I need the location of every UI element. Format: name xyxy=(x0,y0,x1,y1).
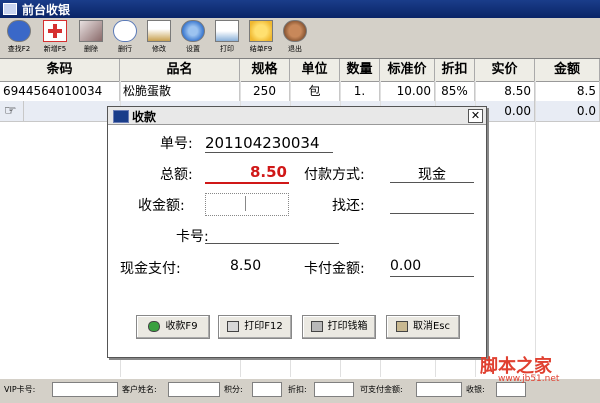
header-unit: 单位 xyxy=(290,59,340,81)
drawer-icon xyxy=(310,320,323,332)
received-amount-input[interactable] xyxy=(205,193,289,216)
row-pointer-icon: ☞ xyxy=(0,101,24,121)
payment-method-label: 付款方式: xyxy=(304,167,365,183)
customer-name-label: 客户姓名: xyxy=(122,385,157,394)
points-field[interactable] xyxy=(252,382,282,397)
customer-name-field[interactable] xyxy=(168,382,220,397)
add-cross-icon xyxy=(43,20,67,42)
window-title: 前台收银 xyxy=(22,3,71,17)
discount-label: 折扣: xyxy=(288,385,307,394)
order-number-value: 201104230034 xyxy=(205,134,320,152)
cash-pay-label: 现金支付: xyxy=(120,261,181,277)
exit-door-icon xyxy=(395,320,408,332)
delete-row-icon xyxy=(113,20,137,42)
money-icon xyxy=(148,320,161,332)
change-label: 找还: xyxy=(332,198,365,214)
settings-icon xyxy=(181,20,205,42)
discount-field[interactable] xyxy=(314,382,354,397)
card-number-label: 卡号: xyxy=(176,229,209,245)
exit-button[interactable]: 退出 xyxy=(280,20,310,56)
header-qty: 数量 xyxy=(340,59,380,81)
header-amount: 金额 xyxy=(535,59,600,81)
open-drawer-button[interactable]: 打印钱箱 xyxy=(302,315,376,339)
change-field xyxy=(390,213,474,214)
payment-method-select[interactable]: 现金 xyxy=(390,164,474,184)
dialog-button-row: 收款F9 打印F12 打印钱箱 取消Esc xyxy=(108,315,486,341)
order-number-label: 单号: xyxy=(160,136,193,152)
total-label: 总额: xyxy=(160,167,193,183)
find-button[interactable]: 查找F2 xyxy=(4,20,34,56)
header-discount: 折扣 xyxy=(435,59,475,81)
printer-icon xyxy=(227,320,240,332)
header-name: 品名 xyxy=(120,59,240,81)
watermark: 脚本之家 www.jb51.net xyxy=(480,352,598,388)
add-button[interactable]: 新增F5 xyxy=(40,20,70,56)
points-label: 积分: xyxy=(224,385,243,394)
close-icon[interactable]: ✕ xyxy=(468,109,483,123)
grid-header: 条码 品名 规格 单位 数量 标准价 折扣 实价 金额 xyxy=(0,59,600,82)
card-number-input[interactable] xyxy=(205,243,339,244)
payable-field[interactable] xyxy=(416,382,462,397)
receive-button[interactable]: 收款F9 xyxy=(136,315,210,339)
payable-label: 可支付金额: xyxy=(360,385,403,394)
received-amount-label: 收金额: xyxy=(138,198,185,214)
vip-card-label: VIP卡号: xyxy=(4,385,36,394)
cancel-button[interactable]: 取消Esc xyxy=(386,315,460,339)
exit-icon xyxy=(283,20,307,42)
checkout-icon xyxy=(249,20,273,42)
help-icon xyxy=(7,20,31,42)
dialog-title-bar: 收款 ✕ xyxy=(108,107,486,125)
header-barcode: 条码 xyxy=(0,59,120,81)
table-row[interactable]: 6944564010034 松脆蛋散 250 包 1. 10.00 85% 8.… xyxy=(0,81,600,102)
delete-icon xyxy=(79,20,103,42)
header-std-price: 标准价 xyxy=(380,59,435,81)
dialog-title: 收款 xyxy=(132,110,157,124)
toolbar: 查找F2 新增F5 删除 删行 修改 设置 打印 结单F9 退出 xyxy=(0,18,600,59)
total-value: 8.50 xyxy=(249,163,287,181)
vip-card-field[interactable] xyxy=(52,382,118,397)
print-receipt-button[interactable]: 打印F12 xyxy=(218,315,292,339)
app-icon xyxy=(3,3,17,15)
dialog-icon xyxy=(113,110,129,123)
title-bar: 前台收银 xyxy=(0,0,600,18)
header-real-price: 实价 xyxy=(475,59,535,81)
cash-pay-value: 8.50 xyxy=(230,258,262,274)
edit-icon xyxy=(147,20,171,42)
card-pay-value: 0.00 xyxy=(390,258,422,274)
payment-dialog: 收款 ✕ 单号: 201104230034 总额: 8.50 付款方式: 现金 … xyxy=(107,106,487,358)
card-pay-label: 卡付金额: xyxy=(304,261,365,277)
header-spec: 规格 xyxy=(240,59,290,81)
print-icon xyxy=(215,20,239,42)
watermark-url: www.jb51.net xyxy=(498,374,560,384)
